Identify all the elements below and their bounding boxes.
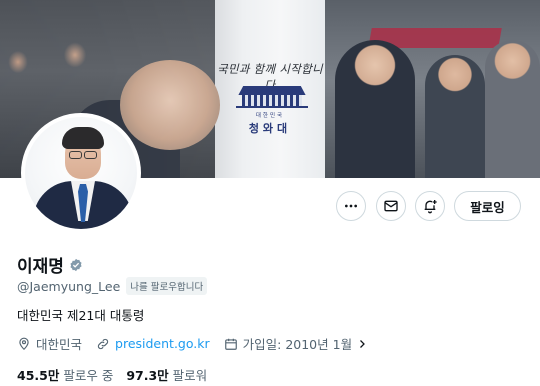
profile-bio: 대한민국 제21대 대통령 [17, 308, 145, 323]
link-icon [97, 338, 109, 349]
message-button[interactable] [376, 191, 406, 221]
location-icon [19, 337, 29, 350]
profile-name: 이재명 [17, 257, 64, 277]
profile-meta: 대한민국 president.go.kr 가입일: 2010년 1월 [17, 334, 387, 353]
banner-person-2 [425, 55, 485, 178]
followers-count: 97.3만 [126, 368, 169, 383]
more-icon [345, 204, 357, 208]
profile-handle: @Jaemyung_Lee [17, 278, 121, 294]
following-count: 45.5만 [17, 368, 60, 383]
banner-person-3 [485, 40, 540, 178]
profile-joined[interactable]: 가입일: 2010년 1월 [224, 334, 373, 353]
followers-stat[interactable]: 97.3만 팔로워 [126, 365, 207, 384]
banner-org-name: 청와대 [248, 122, 292, 135]
profile-location: 대한민국 [17, 334, 82, 353]
banner-person-1 [335, 40, 415, 178]
profile-stats: 45.5만 팔로우 중 97.3만 팔로워 [17, 365, 220, 384]
profile-website[interactable]: president.go.kr [96, 336, 210, 351]
joined-text: 가입일: 2010년 1월 [242, 337, 353, 352]
notification-plus-icon [424, 200, 437, 214]
followers-label: 팔로워 [172, 368, 208, 383]
banner-org-country: 대한민국 [255, 113, 285, 119]
chevron-right-icon[interactable] [356, 338, 368, 350]
banner-photo-right [325, 0, 540, 178]
notification-button[interactable] [415, 191, 445, 221]
verified-icon[interactable] [69, 258, 83, 272]
banner-person-elder [120, 60, 220, 150]
following-button[interactable]: 팔로잉 [454, 191, 521, 221]
location-text: 대한민국 [36, 337, 83, 352]
profile-handle-row: @Jaemyung_Lee 나를 팔로우합니다 [17, 277, 208, 295]
profile-name-row: 이재명 [17, 252, 83, 277]
website-link[interactable]: president.go.kr [115, 336, 210, 351]
following-label: 팔로우 중 [63, 368, 114, 383]
more-options-button[interactable] [336, 191, 366, 221]
calendar-icon [224, 338, 237, 350]
profile-avatar[interactable] [21, 113, 141, 233]
follows-you-badge: 나를 팔로우합니다 [126, 277, 208, 295]
following-stat[interactable]: 45.5만 팔로우 중 [17, 365, 113, 384]
bluehouse-logo-icon [232, 86, 312, 108]
mail-icon [384, 200, 398, 212]
